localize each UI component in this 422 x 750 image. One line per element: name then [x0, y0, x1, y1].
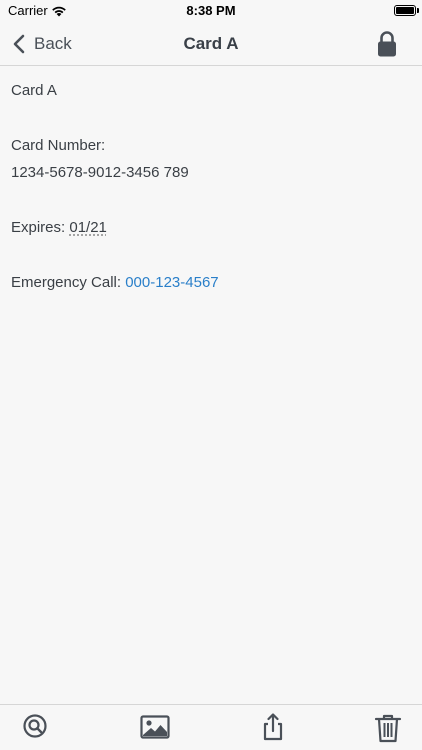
- emergency-label: Emergency Call:: [11, 274, 122, 291]
- navigation-bar: Back Card A: [0, 22, 422, 66]
- card-number-label: Card Number:: [11, 137, 106, 154]
- emergency-row: Emergency Call: 000-123-4567: [11, 272, 411, 294]
- battery-cap: [417, 8, 419, 13]
- share-icon[interactable]: [259, 713, 287, 741]
- chevron-left-icon: [10, 33, 30, 55]
- expires-row: Expires: 01/21: [11, 217, 411, 239]
- expires-value[interactable]: 01/21: [69, 219, 107, 236]
- back-button[interactable]: Back: [10, 22, 72, 65]
- status-bar: Carrier 8:38 PM: [0, 0, 422, 22]
- image-icon[interactable]: [140, 713, 170, 741]
- note-content: Card A Card Number: 1234-5678-9012-3456 …: [11, 80, 411, 294]
- lock-icon[interactable]: [376, 30, 398, 58]
- emergency-phone-link[interactable]: 000-123-4567: [125, 274, 218, 291]
- trash-icon[interactable]: [374, 713, 402, 743]
- bottom-toolbar: [0, 704, 422, 750]
- note-title: Card A: [11, 82, 57, 99]
- battery-icon: [394, 5, 416, 16]
- expires-label: Expires:: [11, 219, 66, 236]
- search-icon[interactable]: [22, 713, 50, 741]
- clock-time: 8:38 PM: [186, 3, 236, 18]
- card-number-value: 1234-5678-9012-3456 789: [11, 164, 189, 181]
- back-label: Back: [34, 33, 72, 53]
